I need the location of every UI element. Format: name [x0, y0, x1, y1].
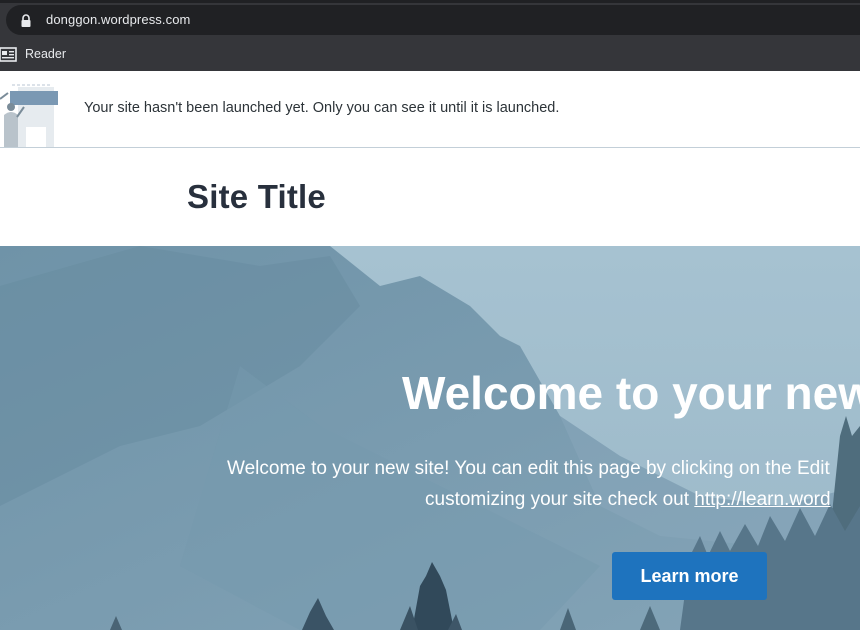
browser-address-bar: donggon.wordpress.com	[0, 0, 860, 38]
learn-link[interactable]: http://learn.word	[694, 489, 830, 510]
url-input[interactable]: donggon.wordpress.com	[6, 5, 860, 35]
hero-heading: Welcome to your new	[402, 367, 860, 419]
bookmarks-bar: Reader	[0, 38, 860, 71]
url-text[interactable]: donggon.wordpress.com	[46, 12, 190, 27]
hero-paragraph-line-1: Welcome to your new site! You can edit t…	[227, 458, 830, 479]
launch-notice-banner: Your site hasn't been launched yet. Only…	[0, 71, 860, 148]
reader-icon[interactable]	[0, 47, 17, 62]
hero-cover: Welcome to your new Welcome to your new …	[0, 246, 860, 630]
hero-paragraph-text: customizing your site check out	[425, 489, 695, 510]
site-header: Site Title	[0, 148, 860, 246]
lock-icon[interactable]	[20, 14, 32, 28]
hero-paragraph-line-2: customizing your site check out http://l…	[425, 489, 831, 511]
site-title[interactable]: Site Title	[187, 178, 326, 216]
learn-more-button[interactable]: Learn more	[612, 552, 767, 600]
bookmark-reader[interactable]: Reader	[25, 47, 66, 61]
launch-illustration-icon	[0, 84, 58, 147]
launch-notice-text: Your site hasn't been launched yet. Only…	[84, 100, 560, 116]
tab-strip-edge	[0, 0, 860, 3]
